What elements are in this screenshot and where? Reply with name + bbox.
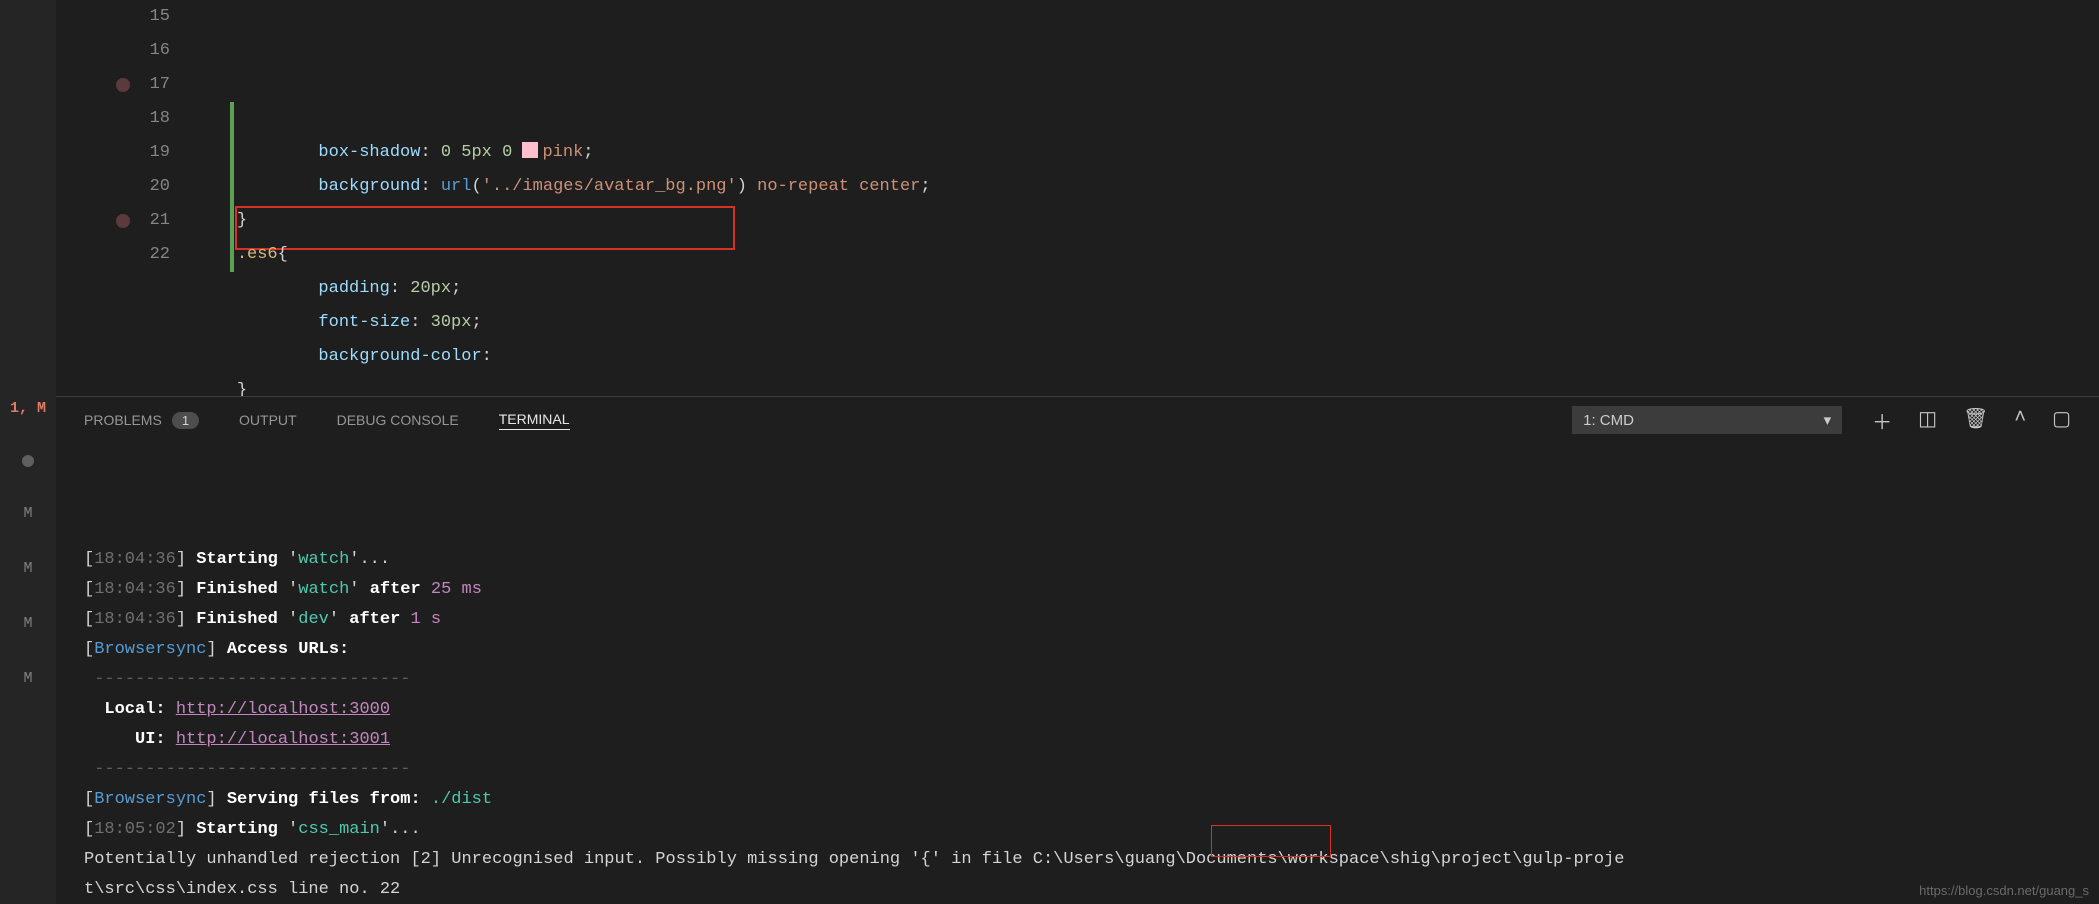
new-terminal-icon[interactable]: ＋ bbox=[1872, 406, 1892, 435]
scm-sidebar: 1, M M M M M bbox=[0, 0, 56, 904]
tab-problems[interactable]: PROBLEMS 1 bbox=[84, 412, 199, 429]
scm-status-item: 1, M bbox=[10, 400, 46, 417]
chevron-down-icon: ▾ bbox=[1824, 411, 1832, 429]
tab-output[interactable]: OUTPUT bbox=[239, 412, 297, 428]
split-terminal-icon[interactable]: ◫ bbox=[1918, 406, 1937, 435]
terminal-select[interactable]: 1: cmd ▾ bbox=[1572, 406, 1842, 434]
terminal-output[interactable]: [18:04:36] Starting 'watch'...[18:04:36]… bbox=[56, 443, 2099, 904]
maximize-panel-icon[interactable]: ▢ bbox=[2052, 406, 2071, 435]
problems-count-badge: 1 bbox=[172, 412, 199, 429]
scm-status-item: M bbox=[23, 670, 32, 687]
kill-terminal-icon[interactable]: 🗑 bbox=[1963, 406, 1988, 435]
scm-status-item: M bbox=[23, 505, 32, 522]
gutter: 1516171819202122 bbox=[56, 0, 196, 396]
code-editor[interactable]: 1516171819202122 box-shadow: 0 5px 0 pin… bbox=[56, 0, 2099, 396]
tab-debug-console[interactable]: DEBUG CONSOLE bbox=[337, 412, 459, 428]
tab-problems-label: PROBLEMS bbox=[84, 412, 162, 428]
tab-terminal[interactable]: TERMINAL bbox=[499, 411, 570, 430]
bottom-panel: PROBLEMS 1 OUTPUT DEBUG CONSOLE TERMINAL… bbox=[56, 396, 2099, 904]
scm-status-item bbox=[22, 455, 34, 467]
scm-status-item: M bbox=[23, 560, 32, 577]
code-area[interactable]: box-shadow: 0 5px 0 pink; background: ur… bbox=[196, 0, 2099, 396]
scm-status-item: M bbox=[23, 615, 32, 632]
watermark: https://blog.csdn.net/guang_s bbox=[1919, 883, 2089, 898]
chevron-up-icon[interactable]: ˄ bbox=[2014, 406, 2026, 435]
